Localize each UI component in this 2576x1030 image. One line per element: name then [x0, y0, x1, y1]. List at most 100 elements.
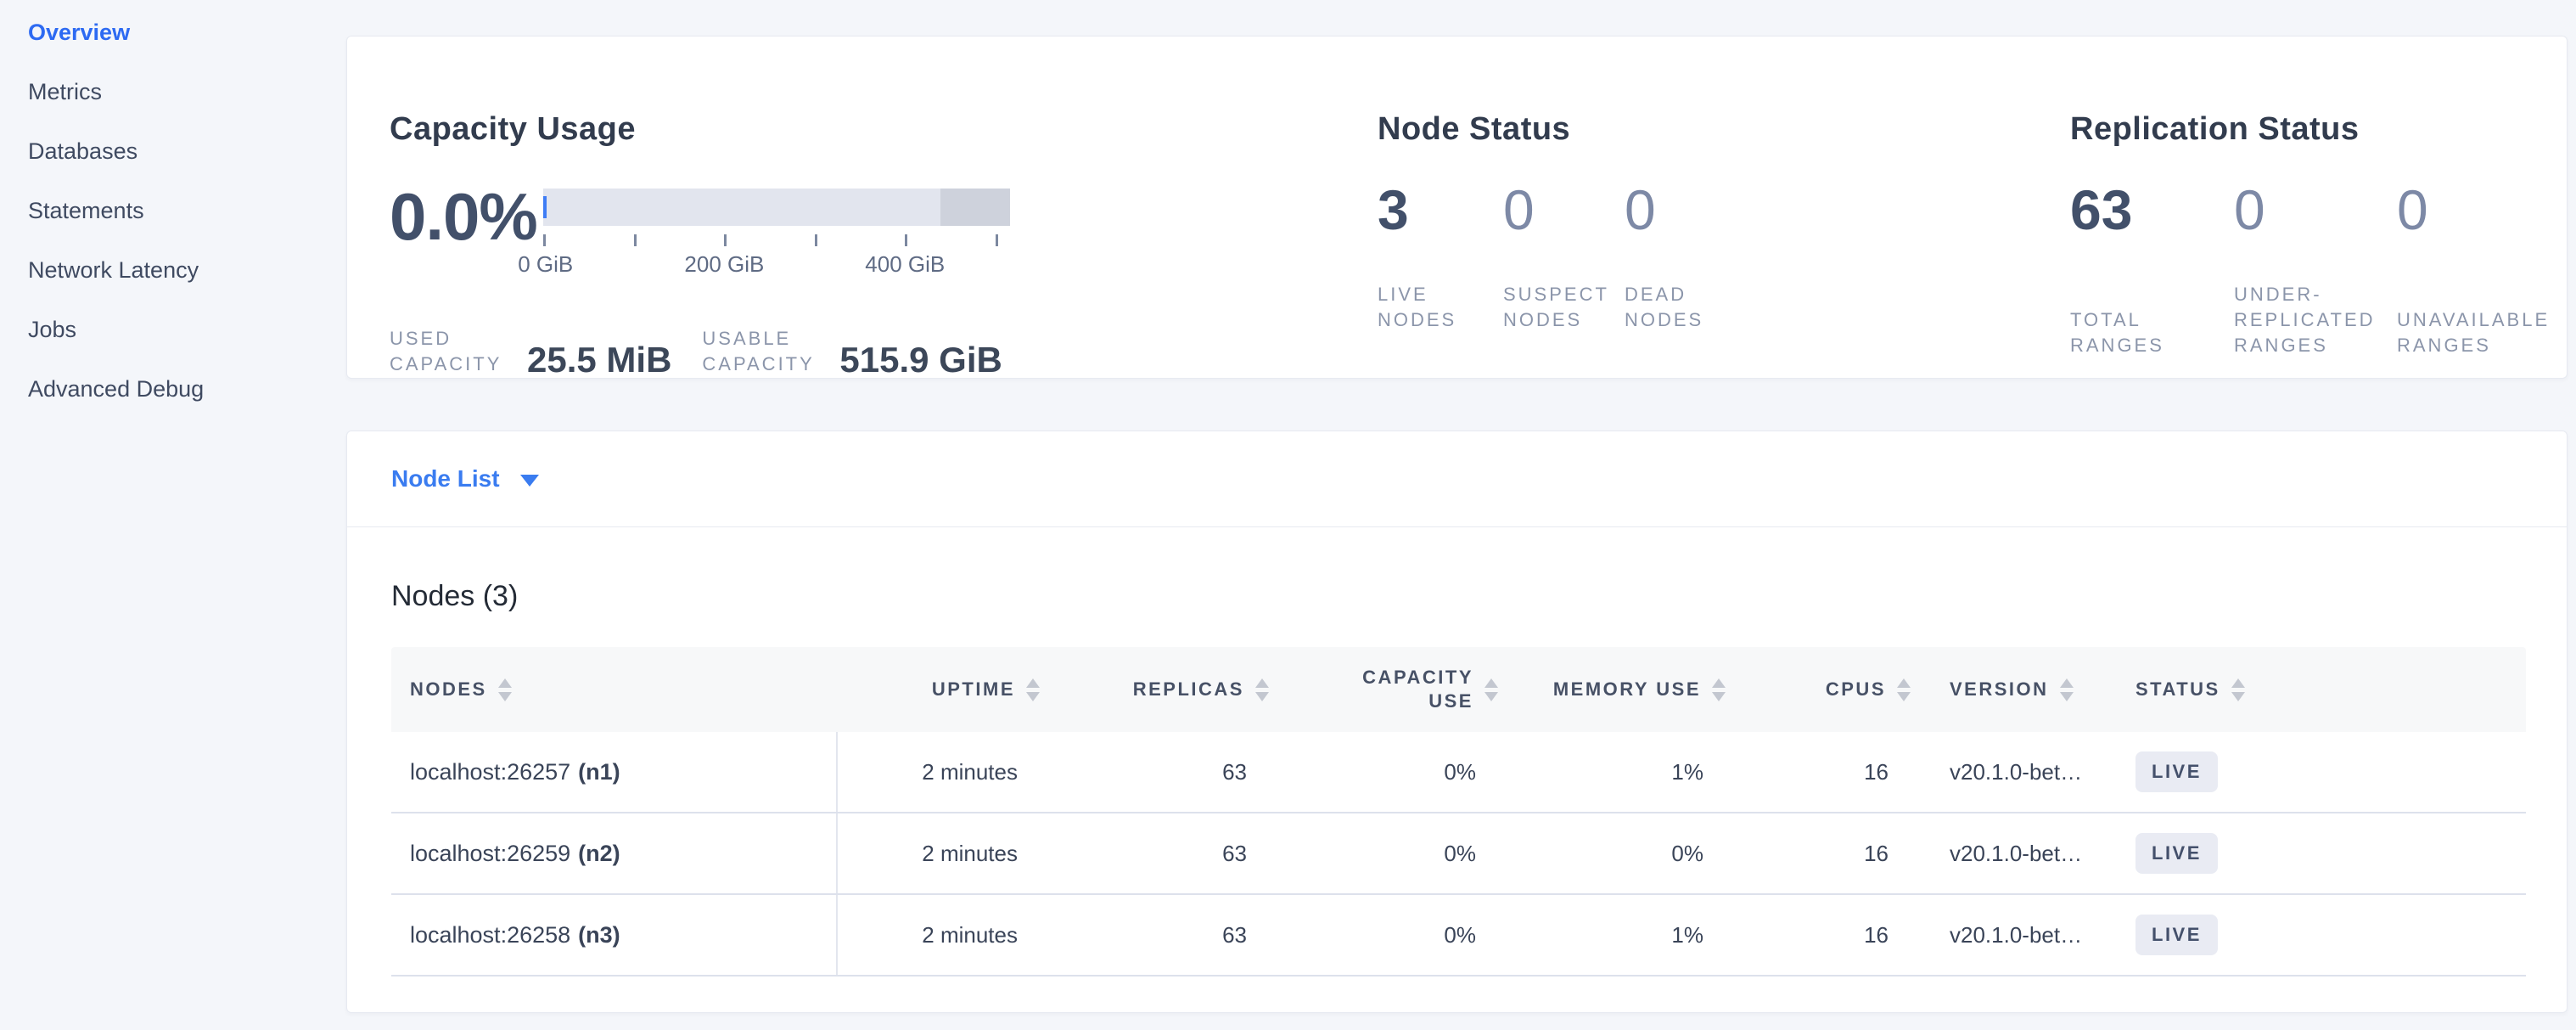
- dead-nodes-label: DEAD NODES: [1625, 282, 1737, 333]
- uptime-cell: 2 minutes: [838, 895, 1040, 975]
- axis-label-400gib: 400 GiB: [865, 251, 945, 278]
- usable-capacity-value: 515.9 GiB: [839, 343, 1002, 377]
- node-status-section: Node Status 3 0 0 LIVE NODES SUSPECT NOD…: [1378, 37, 2070, 378]
- column-header-memory-use[interactable]: MEMORY USE: [1498, 647, 1726, 732]
- capacity-use-cell: 0%: [1269, 813, 1498, 893]
- suspect-nodes-label: SUSPECT NODES: [1503, 282, 1615, 333]
- unavailable-ranges-label: UNAVAILABLE RANGES: [2397, 307, 2567, 358]
- sidebar-item-advanced-debug[interactable]: Advanced Debug: [28, 378, 346, 401]
- sidebar-item-statements[interactable]: Statements: [28, 200, 346, 222]
- capacity-usage-section: Capacity Usage 0.0%: [390, 37, 1378, 378]
- sidebar-item-network-latency[interactable]: Network Latency: [28, 259, 346, 282]
- column-header-uptime[interactable]: UPTIME: [838, 647, 1040, 732]
- sort-arrows-icon: [498, 678, 512, 701]
- sort-arrows-icon: [2060, 678, 2074, 701]
- nodes-table-body: localhost:26257 (n1) 2 minutes 63 0% 1% …: [391, 732, 2526, 977]
- node-id: (n2): [578, 841, 620, 867]
- axis-label-200gib: 200 GiB: [684, 251, 764, 278]
- memory-use-cell: 1%: [1498, 732, 1726, 812]
- node-status-title: Node Status: [1378, 111, 2070, 148]
- column-header-replicas[interactable]: REPLICAS: [1040, 647, 1269, 732]
- node-address-cell[interactable]: localhost:26257 (n1): [391, 732, 838, 812]
- status-cell: LIVE: [2118, 732, 2526, 812]
- axis-tick: [634, 234, 637, 246]
- version-cell: v20.1.0-bet…: [1911, 813, 2118, 893]
- capacity-gauge: 0 GiB 200 GiB 400 GiB: [543, 189, 1010, 279]
- node-list-card: Node List Nodes (3) NODES UPTIME: [346, 431, 2568, 1013]
- version-cell: v20.1.0-bet…: [1911, 732, 2118, 812]
- under-replicated-ranges-count: 0: [2234, 182, 2397, 238]
- live-nodes-count: 3: [1378, 182, 1503, 238]
- memory-use-cell: 1%: [1498, 895, 1726, 975]
- status-badge: LIVE: [2135, 751, 2218, 792]
- capacity-use-cell: 0%: [1269, 732, 1498, 812]
- version-cell: v20.1.0-bet…: [1911, 895, 2118, 975]
- replicas-cell: 63: [1040, 813, 1269, 893]
- usable-capacity-label: USABLE CAPACITY: [702, 326, 836, 377]
- node-list-header-bar: Node List: [347, 431, 2567, 527]
- total-ranges-label: TOTAL RANGES: [2070, 307, 2240, 358]
- sidebar-item-metrics[interactable]: Metrics: [28, 81, 346, 104]
- node-address-cell[interactable]: localhost:26259 (n2): [391, 813, 838, 893]
- usable-capacity-stat: USABLE CAPACITY 515.9 GiB: [702, 326, 1002, 377]
- status-badge: LIVE: [2135, 915, 2218, 955]
- axis-tick: [815, 234, 817, 246]
- table-row-node-3[interactable]: localhost:26258 (n3) 2 minutes 63 0% 1% …: [391, 895, 2526, 977]
- sidebar-item-jobs[interactable]: Jobs: [28, 318, 346, 341]
- status-cell: LIVE: [2118, 813, 2526, 893]
- capacity-gauge-reserved-segment: [940, 189, 1011, 226]
- axis-tick: [996, 234, 998, 246]
- node-list-dropdown-label: Node List: [391, 465, 500, 492]
- capacity-gauge-used-marker: [543, 196, 547, 218]
- sidebar-item-databases[interactable]: Databases: [28, 140, 346, 163]
- sort-arrows-icon: [2231, 678, 2245, 701]
- capacity-gauge-track: [543, 189, 1010, 226]
- column-header-version[interactable]: VERSION: [1911, 647, 2118, 732]
- sidebar-item-overview[interactable]: Overview: [28, 21, 346, 44]
- sort-arrows-icon: [1484, 678, 1498, 701]
- capacity-percent-value: 0.0%: [390, 183, 543, 250]
- axis-tick: [724, 234, 727, 246]
- replicas-cell: 63: [1040, 732, 1269, 812]
- node-id: (n3): [578, 922, 620, 948]
- cpus-cell: 16: [1726, 813, 1911, 893]
- used-capacity-stat: USED CAPACITY 25.5 MiB: [390, 326, 671, 377]
- node-list-dropdown[interactable]: Node List: [391, 465, 539, 492]
- table-row-node-2[interactable]: localhost:26259 (n2) 2 minutes 63 0% 0% …: [391, 813, 2526, 895]
- nodes-table-header: NODES UPTIME REPLICAS CAPACITY USE: [391, 647, 2526, 732]
- replication-status-section: Replication Status 63 0 0 TOTAL RANGES U…: [2070, 37, 2567, 378]
- total-ranges-count: 63: [2070, 182, 2234, 238]
- main-content: Capacity Usage 0.0%: [346, 0, 2576, 1030]
- status-cell: LIVE: [2118, 895, 2526, 975]
- node-id: (n1): [578, 759, 620, 785]
- sort-arrows-icon: [1897, 678, 1911, 701]
- column-header-status[interactable]: STATUS: [2118, 647, 2526, 732]
- cpus-cell: 16: [1726, 732, 1911, 812]
- cluster-summary-card: Capacity Usage 0.0%: [346, 36, 2568, 379]
- under-replicated-ranges-label: UNDER-REPLICATED RANGES: [2234, 282, 2404, 358]
- capacity-usage-title: Capacity Usage: [390, 111, 1378, 148]
- table-row-node-1[interactable]: localhost:26257 (n1) 2 minutes 63 0% 1% …: [391, 732, 2526, 813]
- nodes-table: NODES UPTIME REPLICAS CAPACITY USE: [391, 647, 2526, 977]
- node-address-cell[interactable]: localhost:26258 (n3): [391, 895, 838, 975]
- dead-nodes-count: 0: [1625, 182, 1656, 238]
- uptime-cell: 2 minutes: [838, 813, 1040, 893]
- axis-tick: [905, 234, 907, 246]
- column-header-nodes[interactable]: NODES: [391, 647, 838, 732]
- page: Overview Metrics Databases Statements Ne…: [0, 0, 2576, 1030]
- used-capacity-label: USED CAPACITY: [390, 326, 524, 377]
- replication-status-title: Replication Status: [2070, 111, 2567, 148]
- memory-use-cell: 0%: [1498, 813, 1726, 893]
- column-header-capacity-use[interactable]: CAPACITY USE: [1269, 647, 1498, 732]
- axis-tick: [543, 234, 546, 246]
- status-badge: LIVE: [2135, 833, 2218, 874]
- column-header-cpus[interactable]: CPUS: [1726, 647, 1911, 732]
- replicas-cell: 63: [1040, 895, 1269, 975]
- sidebar: Overview Metrics Databases Statements Ne…: [0, 0, 346, 1030]
- sort-arrows-icon: [1712, 678, 1726, 701]
- used-capacity-value: 25.5 MiB: [527, 343, 671, 377]
- unavailable-ranges-count: 0: [2397, 182, 2428, 238]
- nodes-heading: Nodes (3): [391, 580, 2534, 613]
- capacity-use-cell: 0%: [1269, 895, 1498, 975]
- cpus-cell: 16: [1726, 895, 1911, 975]
